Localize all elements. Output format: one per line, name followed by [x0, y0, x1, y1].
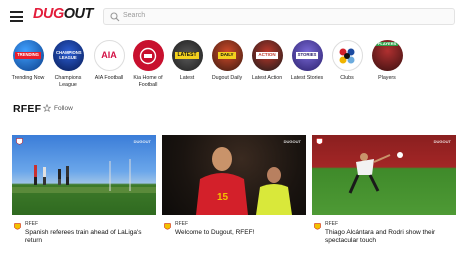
- channel-thumbnail: PLAYERS: [371, 40, 403, 71]
- card-meta: RFEF Spanish referees train ahead of LaL…: [12, 221, 156, 247]
- channel-label: Clubs: [340, 75, 354, 81]
- card-channel-name[interactable]: RFEF: [325, 221, 338, 227]
- page-title: RFEF: [13, 103, 42, 115]
- channel-label: Kia Home of Football: [133, 75, 163, 88]
- channel-latest-stories[interactable]: STORIES Latest Stories: [286, 40, 328, 82]
- video-card[interactable]: DUGOUT RFEF Spanish referees train ahead…: [12, 135, 156, 247]
- channel-thumbnail: [331, 40, 363, 71]
- rfef-badge-icon: [14, 223, 21, 230]
- channel-label: Latest: [179, 75, 195, 81]
- card-channel-name[interactable]: RFEF: [25, 221, 38, 227]
- channel-champions-league[interactable]: CHAMPIONS LEAGUE Champions League: [47, 40, 89, 88]
- channel-thumbnail: [132, 40, 164, 71]
- video-thumbnail[interactable]: DUGOUT: [312, 135, 456, 215]
- card-title[interactable]: Thiago Alcántara and Rodri show their sp…: [325, 229, 455, 246]
- channel-trending-now[interactable]: TRENDING Trending Now: [7, 40, 49, 82]
- channel-thumbnail: LATEST: [171, 40, 203, 71]
- channel-label: Dugout Daily: [211, 75, 243, 81]
- channel-thumbnail: CHAMPIONS LEAGUE: [52, 40, 84, 71]
- channel-thumbnail: ACTION: [251, 40, 283, 71]
- player-scene: 15: [196, 147, 292, 215]
- search-input[interactable]: Search: [103, 8, 455, 25]
- card-meta: RFEF Welcome to Dugout, RFEF!: [162, 221, 306, 247]
- channel-latest-action[interactable]: ACTION Latest Action: [246, 40, 288, 82]
- training-scene: [12, 159, 156, 193]
- channel-thumbnail: STORIES: [291, 40, 323, 71]
- rfef-badge-icon: [314, 223, 321, 230]
- channel-clubs[interactable]: Clubs: [326, 40, 368, 82]
- club-crests-icon: [339, 48, 355, 63]
- channel-label: Players: [378, 75, 396, 81]
- video-thumbnail[interactable]: DUGOUT 15: [162, 135, 306, 215]
- search-placeholder: Search: [123, 12, 146, 19]
- video-thumbnail[interactable]: DUGOUT: [12, 135, 156, 215]
- channel-players[interactable]: PLAYERS Players: [366, 40, 408, 82]
- channel-latest[interactable]: LATEST Latest: [166, 40, 208, 82]
- kia-crest-icon: [139, 47, 157, 64]
- card-channel-name[interactable]: RFEF: [175, 221, 188, 227]
- player-scene: [348, 152, 403, 194]
- channel-label: Trending Now: [11, 75, 45, 81]
- channel-aia-football[interactable]: AIA AIA Football: [88, 40, 130, 82]
- follow-label: Follow: [54, 104, 73, 112]
- channel-label: Latest Action: [251, 75, 283, 81]
- card-meta: RFEF Thiago Alcántara and Rodri show the…: [312, 221, 456, 247]
- channel-label: AIA Football: [94, 75, 124, 81]
- search-icon: [110, 12, 120, 22]
- dugout-logo[interactable]: DUGOUT: [33, 6, 93, 26]
- channel-thumbnail: AIA: [93, 40, 125, 71]
- channel-dugout-daily[interactable]: DAILY Dugout Daily: [206, 40, 248, 82]
- video-card[interactable]: DUGOUT 15 RFEF Welcome to Dugout, RFEF!: [162, 135, 306, 247]
- channel-label: Latest Stories: [290, 75, 324, 81]
- follow-button[interactable]: Follow: [43, 104, 73, 112]
- channel-label: Champions League: [54, 75, 82, 88]
- channel-strip: TRENDING Trending Now CHAMPIONS LEAGUE C…: [0, 40, 460, 95]
- video-card[interactable]: DUGOUT RFEF Thiago Alcántara and Rodri s…: [312, 135, 456, 247]
- svg-text:15: 15: [217, 192, 229, 203]
- card-title[interactable]: Spanish referees train ahead of LaLiga's…: [25, 229, 155, 246]
- rfef-badge-icon: [164, 223, 171, 230]
- top-bar: DUGOUT Search: [0, 0, 460, 34]
- channel-kia-home-of-football[interactable]: Kia Home of Football: [127, 40, 169, 88]
- channel-thumbnail: TRENDING: [12, 40, 44, 71]
- menu-icon[interactable]: [10, 11, 23, 22]
- card-title[interactable]: Welcome to Dugout, RFEF!: [175, 229, 305, 237]
- star-icon: [43, 104, 51, 112]
- channel-thumbnail: DAILY: [211, 40, 243, 71]
